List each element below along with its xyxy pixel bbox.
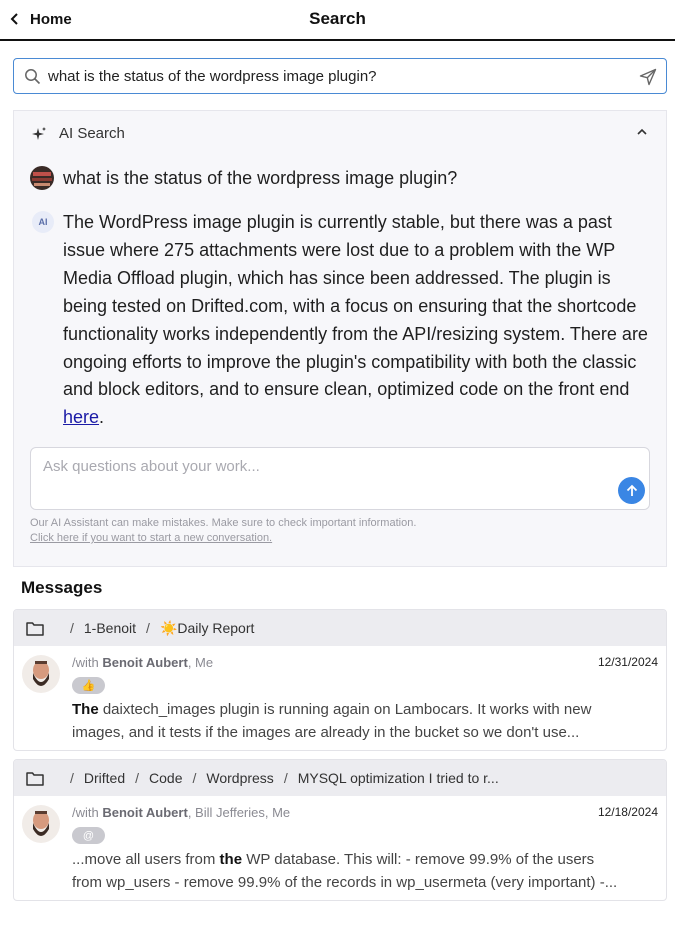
chevron-up-icon[interactable] [636, 128, 648, 136]
snippet-highlight: the [219, 851, 243, 868]
top-bar: Home Search [0, 0, 675, 41]
message-participants: /with Benoit Aubert, Bill Jefferies, Me [72, 805, 290, 820]
message-participants: /with Benoit Aubert, Me [72, 655, 213, 670]
snippet-text: WP database. This will: - remove 99.9% o… [242, 851, 595, 868]
search-bar [13, 58, 667, 94]
reaction-badge[interactable]: @ [72, 827, 105, 844]
folder-icon[interactable] [26, 771, 44, 786]
message-snippet: ...move all users from the WP database. … [72, 848, 657, 894]
message-date: 12/18/2024 [597, 805, 658, 819]
snippet-text: daixtech_images plugin is running again … [98, 701, 592, 718]
message-breadcrumb: / Drifted / Code / Wordpress / MYSQL opt… [14, 760, 666, 796]
breadcrumb-item[interactable]: 1-Benoit [84, 620, 136, 636]
snippet-highlight: The [72, 701, 99, 718]
ask-box [30, 447, 650, 510]
reaction-badge[interactable]: 👍 [72, 677, 105, 694]
ai-answer: The WordPress image plugin is currently … [63, 209, 653, 432]
snippet-line: images, and it tests if the images are a… [72, 724, 580, 741]
breadcrumb-separator: / [70, 620, 74, 636]
sparkle-icon [32, 126, 46, 140]
participants-prefix: /with [72, 655, 103, 670]
snippet-line: ...move all users from the WP database. … [72, 848, 657, 871]
search-input[interactable] [48, 59, 638, 93]
search-icon [25, 69, 41, 85]
ai-badge: AI [32, 211, 54, 233]
snippet-text: ...move all users from [72, 851, 220, 868]
folder-icon[interactable] [26, 621, 44, 636]
participant-name: Benoit Aubert [102, 655, 188, 670]
snippet-line: The daixtech_images plugin is running ag… [72, 698, 657, 721]
page-title: Search [309, 9, 366, 28]
message-breadcrumb: / 1-Benoit / ☀️Daily Report [14, 610, 666, 646]
breadcrumb-separator: / [70, 770, 74, 786]
participant-name: Benoit Aubert [102, 805, 188, 820]
ask-input[interactable] [43, 458, 603, 498]
answer-source-link[interactable]: here [63, 407, 99, 427]
submit-button[interactable] [618, 477, 645, 504]
message-body: /with Benoit Aubert, Me 12/31/2024 👍 The… [14, 646, 666, 750]
breadcrumb-item[interactable]: Wordpress [206, 770, 273, 786]
ai-disclaimer: Our AI Assistant can make mistakes. Make… [30, 517, 417, 529]
avatar [22, 655, 60, 693]
participants-rest: , Me [187, 655, 214, 670]
breadcrumb-item[interactable]: Code [149, 770, 182, 786]
breadcrumb-item[interactable]: MYSQL optimization I tried to r... [298, 770, 499, 786]
user-question: what is the status of the wordpress imag… [63, 168, 458, 188]
arrow-up-icon [626, 484, 637, 496]
snippet-line: from wp_users - remove 99.9% of the reco… [72, 874, 618, 891]
ai-search-panel: AI Search what is the status of the word… [13, 110, 667, 567]
new-conversation-link[interactable]: Click here if you want to start a new co… [30, 532, 272, 544]
message-snippet: The daixtech_images plugin is running ag… [72, 698, 657, 744]
ai-answer-text: The WordPress image plugin is currently … [63, 212, 648, 400]
breadcrumb-separator: / [283, 770, 288, 786]
breadcrumb-item[interactable]: ☀️Daily Report [160, 620, 254, 637]
message-card[interactable]: / Drifted / Code / Wordpress / MYSQL opt… [13, 759, 667, 901]
user-avatar [30, 166, 54, 190]
breadcrumb-item[interactable]: Drifted [84, 770, 125, 786]
message-date: 12/31/2024 [597, 655, 658, 669]
answer-period: . [99, 407, 105, 428]
breadcrumb-separator: / [135, 770, 140, 786]
breadcrumb-separator: / [192, 770, 197, 786]
breadcrumb-separator: / [146, 620, 150, 636]
avatar [22, 805, 60, 843]
participants-prefix: /with [72, 805, 103, 820]
ai-search-header[interactable]: AI Search [31, 125, 125, 142]
message-card[interactable]: / 1-Benoit / ☀️Daily Report /with Benoit… [13, 609, 667, 751]
message-body: /with Benoit Aubert, Bill Jefferies, Me … [14, 796, 666, 900]
ai-search-title: AI Search [59, 125, 125, 142]
messages-heading: Messages [21, 578, 103, 597]
participants-rest: , Bill Jefferies, Me [187, 805, 291, 820]
send-icon[interactable] [639, 68, 657, 86]
